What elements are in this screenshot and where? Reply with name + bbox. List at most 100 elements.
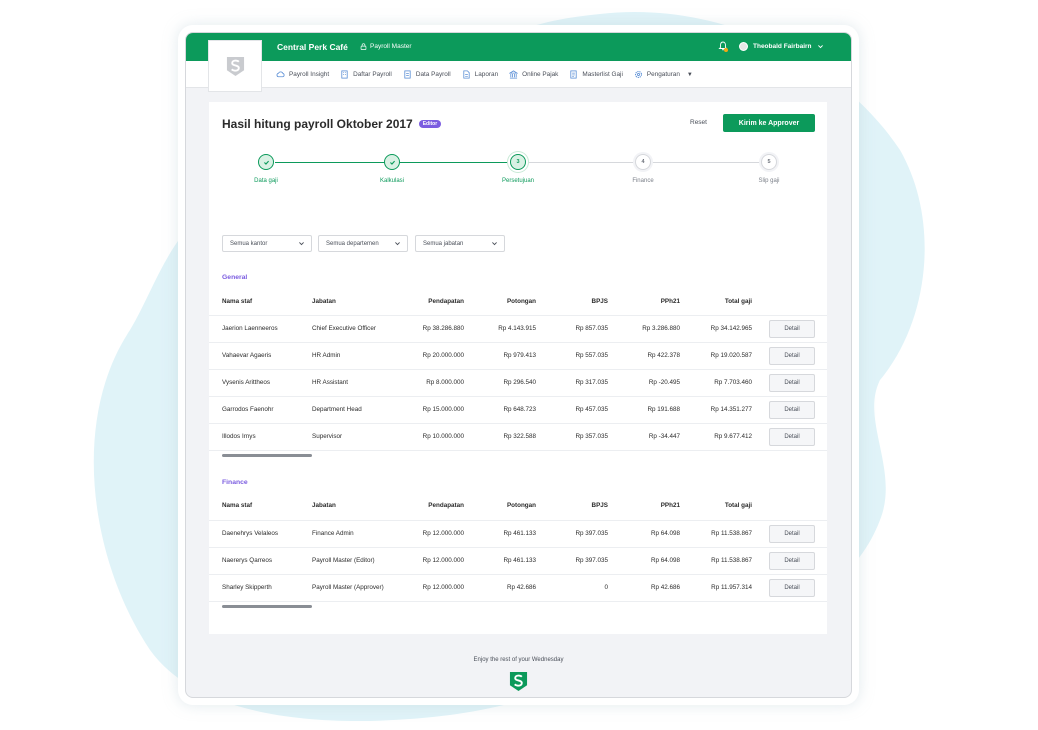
send-to-approver-button[interactable]: Kirim ke Approver <box>723 114 815 132</box>
role-badge: Editor <box>418 120 442 128</box>
total-value: Rp 14.351.277 <box>710 406 752 413</box>
col-name: Nama staf <box>222 298 253 305</box>
lock-icon <box>360 43 367 50</box>
department-filter[interactable]: Semua departemen <box>318 235 408 252</box>
check-icon <box>263 160 269 165</box>
deduction-value: Rp 322.588 <box>503 433 536 440</box>
position-filter-value: Semua jabatan <box>423 240 464 247</box>
notification-dot <box>724 48 728 52</box>
step-1[interactable] <box>258 154 274 170</box>
total-value: Rp 11.538.867 <box>711 557 752 564</box>
horizontal-scrollbar-finance[interactable] <box>222 605 312 608</box>
bpjs-value: Rp 317.035 <box>575 379 608 386</box>
building-icon <box>341 70 348 79</box>
income-value: Rp 8.000.000 <box>426 379 464 386</box>
role-label: Payroll Master <box>370 43 412 50</box>
nav-item-data-payroll[interactable]: Data Payroll <box>403 70 451 79</box>
step-2[interactable] <box>384 154 400 170</box>
user-menu[interactable]: Theobald Fairbairn <box>739 42 824 51</box>
col-total: Total gaji <box>724 502 752 509</box>
col-name: Nama staf <box>222 502 253 509</box>
staff-name: Naererys Qarreos <box>222 557 273 564</box>
chevron-down-icon <box>492 242 497 246</box>
office-filter-value: Semua kantor <box>230 240 268 247</box>
table-row: Vysenis Arittheos HR Assistant Rp 8.000.… <box>209 369 827 396</box>
staff-position: Payroll Master (Approver) <box>312 584 384 591</box>
bpjs-value: 0 <box>604 584 608 591</box>
footer-logo-icon <box>509 672 528 691</box>
top-bar: Central Perk Café Payroll Master Theobal… <box>186 33 851 61</box>
pph21-value: Rp 3.286.880 <box>642 325 680 332</box>
col-position: Jabatan <box>312 502 336 509</box>
detail-button[interactable]: Detail <box>769 525 815 543</box>
col-bpjs: BPJS <box>591 298 608 305</box>
avatar <box>739 42 748 51</box>
staff-position: Supervisor <box>312 433 343 440</box>
chevron-down-icon <box>817 45 823 49</box>
total-value: Rp 9.677.412 <box>714 433 752 440</box>
list-icon <box>570 70 577 79</box>
nav-item-laporan[interactable]: Laporan <box>462 70 498 79</box>
step-3[interactable]: 3 <box>510 154 526 170</box>
col-income: Pendapatan <box>428 502 464 509</box>
footer-greeting: Enjoy the rest of your Wednesday <box>473 657 564 663</box>
deduction-value: Rp 979.413 <box>503 352 536 359</box>
office-filter[interactable]: Semua kantor <box>222 235 312 252</box>
pph21-value: Rp 191.688 <box>647 406 680 413</box>
nav-label: Online Pajak <box>522 71 559 78</box>
staff-name: Daenehrys Velaleos <box>222 530 279 537</box>
table-header-general: Nama staf Jabatan Pendapatan Potongan BP… <box>209 293 827 313</box>
pph21-value: Rp 422.378 <box>647 352 680 359</box>
company-name[interactable]: Central Perk Café <box>277 42 348 52</box>
detail-button[interactable]: Detail <box>769 347 815 365</box>
pph21-value: Rp 64.098 <box>650 530 680 537</box>
detail-button[interactable]: Detail <box>769 401 815 419</box>
detail-button[interactable]: Detail <box>769 428 815 446</box>
total-value: Rp 11.538.867 <box>711 530 752 537</box>
nav-item-masterlist-gaji[interactable]: Masterlist Gaji <box>569 70 623 79</box>
nav-menu: Payroll Insight Daftar Payroll Data Payr… <box>276 70 693 79</box>
detail-button[interactable]: Detail <box>769 579 815 597</box>
income-value: Rp 15.000.000 <box>422 406 464 413</box>
nav-item-daftar-payroll[interactable]: Daftar Payroll <box>340 70 392 79</box>
staff-position: Payroll Master (Editor) <box>312 557 375 564</box>
page-title-text: Hasil hitung payroll Oktober 2017 <box>222 117 413 131</box>
step-4-label: Finance <box>632 178 654 184</box>
bpjs-value: Rp 397.035 <box>575 557 608 564</box>
staff-name: Vahaevar Agaeris <box>222 352 272 359</box>
total-value: Rp 7.703.460 <box>714 379 752 386</box>
step-3-label: Persetujuan <box>501 178 535 184</box>
report-icon <box>463 70 470 79</box>
company-logo[interactable] <box>208 40 262 92</box>
nav-item-pengaturan[interactable]: Pengaturan ▼ <box>634 70 693 79</box>
document-icon <box>404 70 411 79</box>
step-5-label: Slip gaji <box>758 178 780 184</box>
table-row: Daenehrys Velaleos Finance Admin Rp 12.0… <box>209 520 827 547</box>
staff-name: Sharley Skipperth <box>222 584 272 591</box>
staff-name: Vysenis Arittheos <box>222 379 271 386</box>
detail-button[interactable]: Detail <box>769 552 815 570</box>
income-value: Rp 38.286.880 <box>422 325 464 332</box>
deduction-value: Rp 461.133 <box>503 557 536 564</box>
detail-button[interactable]: Detail <box>769 320 815 338</box>
progress-stepper: Data gaji Kalkulasi 3 Persetujuan 4 Fina… <box>209 149 827 189</box>
reset-button[interactable]: Reset <box>690 119 707 126</box>
nav-item-payroll-insight[interactable]: Payroll Insight <box>276 70 329 79</box>
step-2-label: Kalkulasi <box>379 178 404 184</box>
page-title: Hasil hitung payroll Oktober 2017 Editor <box>222 117 442 131</box>
position-filter[interactable]: Semua jabatan <box>415 235 505 252</box>
staff-name: Illodos Irnys <box>222 433 256 440</box>
horizontal-scrollbar-general[interactable] <box>222 454 312 457</box>
nav-item-online-pajak[interactable]: Online Pajak <box>509 70 558 79</box>
app-window: Central Perk Café Payroll Master Theobal… <box>185 32 852 698</box>
gear-icon <box>634 70 642 79</box>
logo-icon <box>226 56 244 76</box>
bpjs-value: Rp 557.035 <box>575 352 608 359</box>
section-title-finance: Finance <box>222 479 248 486</box>
step-5[interactable]: 5 <box>761 154 777 170</box>
step-4[interactable]: 4 <box>635 154 651 170</box>
detail-button[interactable]: Detail <box>769 374 815 392</box>
table-row: Vahaevar Agaeris HR Admin Rp 20.000.000 … <box>209 342 827 369</box>
pph21-value: Rp 42.686 <box>650 584 680 591</box>
pph21-value: Rp -20.495 <box>648 379 680 386</box>
